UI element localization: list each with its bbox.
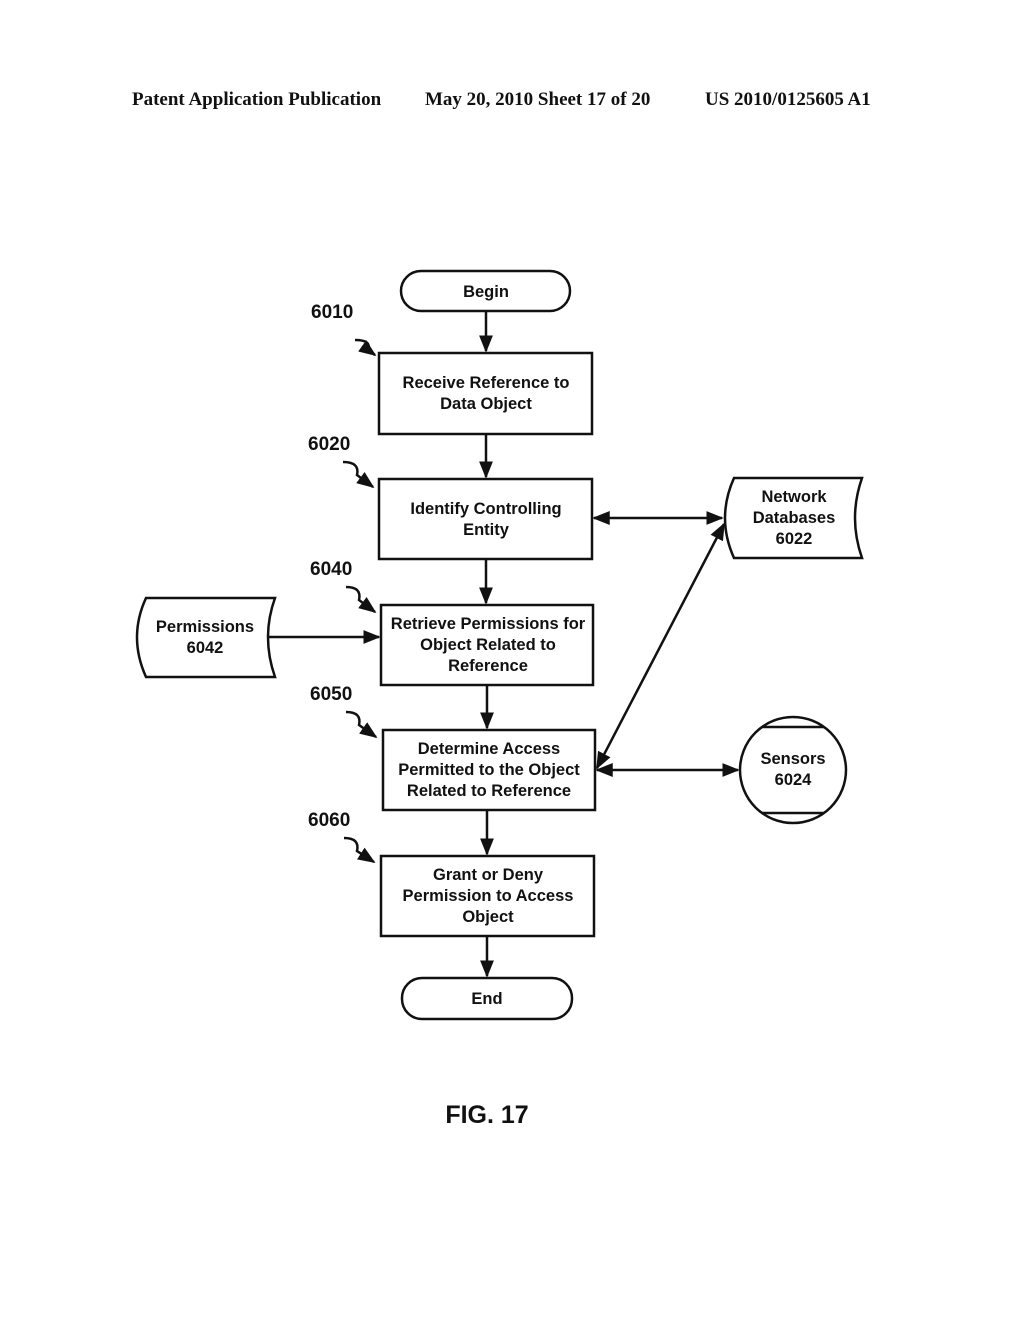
node-label: 6042 bbox=[187, 639, 224, 657]
ref-numeral-6050: 6050 bbox=[310, 684, 352, 705]
node-label: Permission to Access bbox=[403, 887, 574, 905]
node-label: Entity bbox=[463, 521, 510, 539]
node-step-6010: Receive Reference to Data Object bbox=[377, 351, 594, 436]
ref-numeral-6010: 6010 bbox=[311, 302, 353, 323]
node-label: Receive Reference to bbox=[403, 374, 570, 392]
node-label: Network bbox=[761, 488, 827, 506]
leader-6060 bbox=[343, 836, 376, 864]
node-label: Begin bbox=[463, 283, 509, 301]
node-permissions: Permissions 6042 bbox=[135, 596, 277, 679]
node-network-databases: Network Databases 6022 bbox=[723, 476, 864, 560]
process-box bbox=[377, 351, 594, 436]
ref-numeral-6060: 6060 bbox=[308, 810, 350, 831]
node-label: Related to Reference bbox=[407, 782, 571, 800]
node-end: End bbox=[400, 976, 574, 1021]
node-label: Databases bbox=[753, 509, 836, 527]
flowchart: Begin Receive Reference to Data Object 6… bbox=[135, 269, 864, 1129]
sensor-circle bbox=[738, 715, 848, 825]
leader-6010 bbox=[354, 338, 377, 357]
leader-6020 bbox=[342, 460, 375, 489]
ref-numeral-6020: 6020 bbox=[308, 434, 350, 455]
arrow-6050-network-databases bbox=[595, 522, 726, 770]
node-sensors: Sensors 6024 bbox=[738, 715, 848, 825]
node-step-6020: Identify Controlling Entity bbox=[377, 477, 594, 561]
node-label: 6024 bbox=[775, 771, 813, 789]
node-label: Grant or Deny bbox=[433, 866, 544, 884]
leader-6040 bbox=[345, 585, 377, 614]
node-begin: Begin bbox=[399, 269, 572, 313]
node-label: Retrieve Permissions for bbox=[391, 615, 586, 633]
node-label: End bbox=[471, 990, 502, 1008]
node-label: Object Related to bbox=[420, 636, 556, 654]
node-step-6060: Grant or Deny Permission to Access Objec… bbox=[379, 854, 596, 938]
node-label: Sensors bbox=[760, 750, 825, 768]
node-label: Object bbox=[462, 908, 514, 926]
node-step-6040: Retrieve Permissions for Object Related … bbox=[379, 603, 595, 687]
node-label: Determine Access bbox=[418, 740, 560, 758]
node-label: Identify Controlling bbox=[410, 500, 561, 518]
node-label: Permitted to the Object bbox=[398, 761, 580, 779]
node-label: Permissions bbox=[156, 618, 254, 636]
stored-data-shape bbox=[135, 596, 277, 679]
process-box bbox=[377, 477, 594, 561]
figure-caption: FIG. 17 bbox=[445, 1101, 528, 1129]
ref-numeral-6040: 6040 bbox=[310, 559, 352, 580]
node-label: Data Object bbox=[440, 395, 532, 413]
leader-6050 bbox=[345, 710, 378, 739]
node-label: Reference bbox=[448, 657, 528, 675]
node-label: 6022 bbox=[776, 530, 813, 548]
node-step-6050: Determine Access Permitted to the Object… bbox=[381, 728, 597, 812]
